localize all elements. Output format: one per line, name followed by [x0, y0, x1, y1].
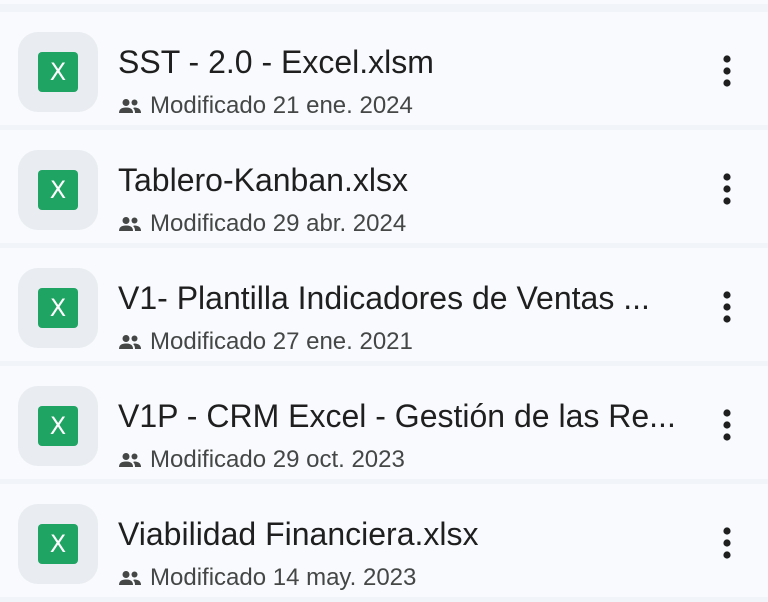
- more-vert-icon: [723, 55, 731, 87]
- file-modified-date: Modificado 29 abr. 2024: [150, 210, 407, 237]
- file-name: V1- Plantilla Indicadores de Ventas ...: [118, 280, 650, 316]
- file-thumbnail: X: [18, 150, 98, 230]
- more-options-button[interactable]: [707, 169, 747, 209]
- file-modified-date: Modificado 14 may. 2023: [150, 564, 417, 591]
- file-thumbnail: X: [18, 268, 98, 348]
- file-row[interactable]: X Viabilidad Financiera.xlsx Modificado …: [0, 484, 768, 597]
- file-modified-date: Modificado 27 ene. 2021: [150, 328, 413, 355]
- file-modified-row: Modificado 14 may. 2023: [118, 563, 416, 593]
- file-modified-row: Modificado 29 abr. 2024: [118, 209, 406, 239]
- file-row[interactable]: X SST - 2.0 - Excel.xlsm Modificado 21 e…: [0, 12, 768, 125]
- file-row[interactable]: X Tablero-Kanban.xlsx Modificado 29 abr.…: [0, 130, 768, 243]
- file-modified-row: Modificado 29 oct. 2023: [118, 445, 405, 475]
- file-name: SST - 2.0 - Excel.xlsm: [118, 44, 434, 80]
- more-vert-icon: [723, 173, 731, 205]
- more-vert-icon: [723, 291, 731, 323]
- more-options-button[interactable]: [707, 287, 747, 327]
- file-row[interactable]: X V1- Plantilla Indicadores de Ventas ..…: [0, 248, 768, 361]
- more-options-button[interactable]: [707, 523, 747, 563]
- excel-icon: X: [38, 52, 78, 92]
- file-modified-date: Modificado 29 oct. 2023: [150, 446, 405, 473]
- file-name: Viabilidad Financiera.xlsx: [118, 516, 479, 552]
- people-icon: [119, 217, 141, 231]
- file-name: V1P - CRM Excel - Gestión de las Re...: [118, 398, 676, 434]
- file-thumbnail: X: [18, 504, 98, 584]
- people-icon: [119, 99, 141, 113]
- file-name: Tablero-Kanban.xlsx: [118, 162, 408, 198]
- excel-icon: X: [38, 170, 78, 210]
- previous-row-edge: [0, 0, 768, 4]
- excel-icon: X: [38, 288, 78, 328]
- file-row[interactable]: X V1P - CRM Excel - Gestión de las Re...…: [0, 366, 768, 479]
- excel-icon: X: [38, 524, 78, 564]
- excel-icon: X: [38, 406, 78, 446]
- more-options-button[interactable]: [707, 405, 747, 445]
- file-modified-row: Modificado 21 ene. 2024: [118, 91, 413, 121]
- file-list: X SST - 2.0 - Excel.xlsm Modificado 21 e…: [0, 0, 768, 602]
- people-icon: [119, 571, 141, 585]
- people-icon: [119, 453, 141, 467]
- file-modified-date: Modificado 21 ene. 2024: [150, 92, 413, 119]
- people-icon: [119, 335, 141, 349]
- more-options-button[interactable]: [707, 51, 747, 91]
- file-thumbnail: X: [18, 32, 98, 112]
- more-vert-icon: [723, 527, 731, 559]
- more-vert-icon: [723, 409, 731, 441]
- file-modified-row: Modificado 27 ene. 2021: [118, 327, 413, 357]
- file-thumbnail: X: [18, 386, 98, 466]
